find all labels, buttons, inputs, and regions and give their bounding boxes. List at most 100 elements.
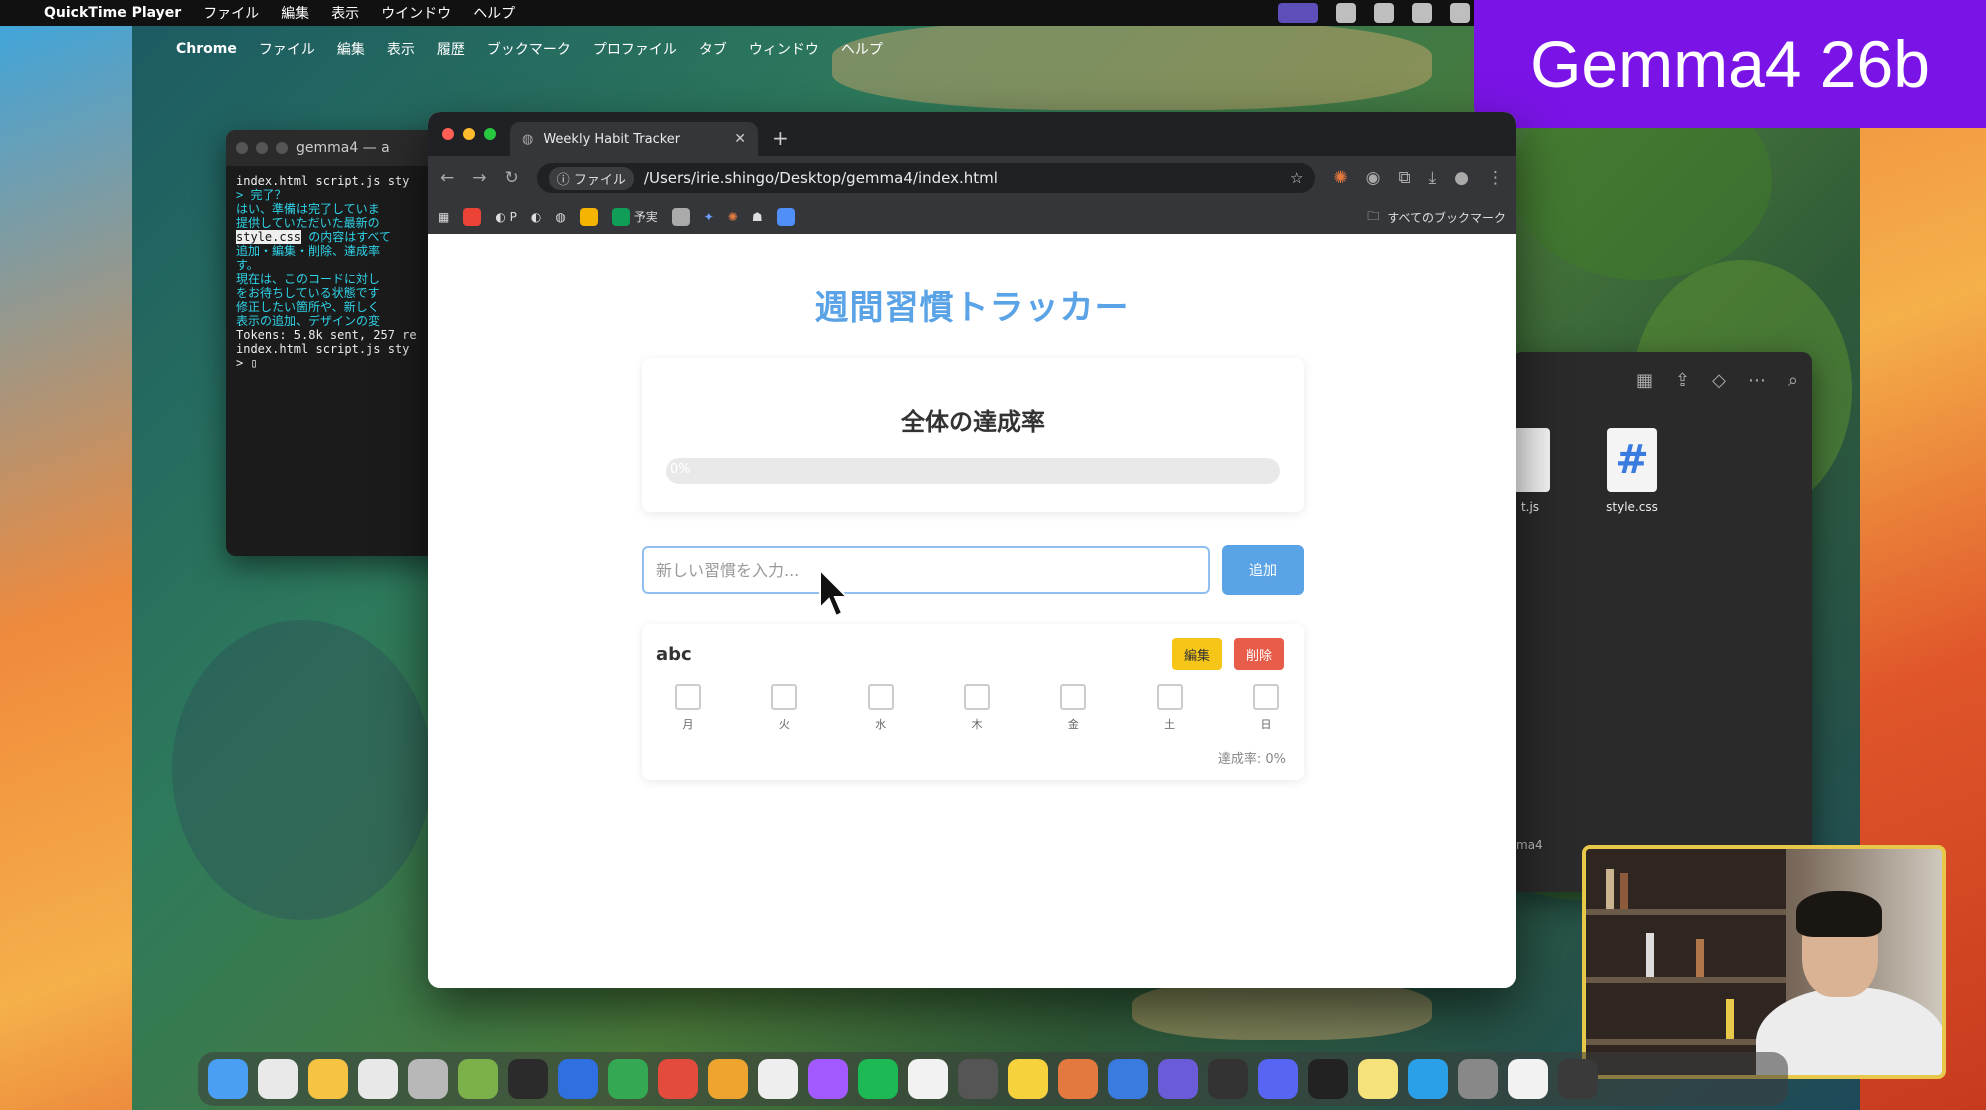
- github-icon[interactable]: ◐: [531, 210, 541, 224]
- close-icon[interactable]: [236, 142, 248, 154]
- sheets-bookmark[interactable]: 予実: [611, 208, 658, 227]
- edit-habit-button[interactable]: 編集: [1172, 638, 1222, 670]
- dock-app-icon[interactable]: [1508, 1059, 1548, 1099]
- calendar-bookmark-icon[interactable]: [776, 208, 795, 226]
- file-script-js[interactable]: t.js: [1512, 428, 1570, 514]
- menu-edit[interactable]: 編集: [281, 3, 309, 23]
- dock-app-icon[interactable]: [1208, 1059, 1248, 1099]
- dock-app-icon[interactable]: [358, 1059, 398, 1099]
- tab-weekly-habit-tracker[interactable]: ◍ Weekly Habit Tracker ✕: [510, 122, 758, 156]
- menu-tab[interactable]: タブ: [699, 39, 727, 59]
- share-icon[interactable]: ⇪: [1675, 370, 1690, 391]
- new-habit-input[interactable]: [642, 546, 1210, 594]
- dock-app-icon[interactable]: [1258, 1059, 1298, 1099]
- minimize-window-button[interactable]: [463, 128, 475, 140]
- day-checkbox[interactable]: [771, 684, 798, 710]
- dock-app-icon[interactable]: [1058, 1059, 1098, 1099]
- reload-icon[interactable]: ↻: [505, 168, 519, 188]
- menu-history[interactable]: 履歴: [437, 39, 465, 59]
- day-checkbox[interactable]: [1060, 684, 1087, 710]
- file-style-css[interactable]: # style.css: [1582, 428, 1682, 514]
- zoom-icon[interactable]: [276, 142, 288, 154]
- screen-record-icon[interactable]: [1278, 3, 1318, 23]
- address-bar[interactable]: ⓘ ファイル /Users/irie.shingo/Desktop/gemma4…: [536, 163, 1316, 193]
- dock-app-icon[interactable]: [1408, 1059, 1448, 1099]
- search-icon[interactable]: ⌕: [1788, 370, 1798, 391]
- dock-app-icon[interactable]: [708, 1059, 748, 1099]
- skype-icon[interactable]: [1336, 3, 1356, 23]
- claude-bookmark-icon[interactable]: ✺: [728, 210, 738, 224]
- globe-bookmark-icon[interactable]: ◍: [555, 210, 565, 224]
- github-bookmark[interactable]: ◐ P: [495, 210, 517, 224]
- dock-app-icon[interactable]: [758, 1059, 798, 1099]
- menu-window[interactable]: ウィンドウ: [749, 39, 819, 59]
- dock-app-icon[interactable]: [908, 1059, 948, 1099]
- dock-app-icon[interactable]: [1558, 1059, 1598, 1099]
- menu-edit[interactable]: 編集: [337, 39, 365, 59]
- gemini-bookmark-icon[interactable]: ✦: [704, 210, 714, 224]
- chatgpt-icon[interactable]: [1412, 3, 1432, 23]
- terminal-output[interactable]: index.html script.js sty > 完了？ はい、準備は完了してい…: [226, 166, 446, 378]
- dock-app-icon[interactable]: [508, 1059, 548, 1099]
- menu-app-name[interactable]: Chrome: [176, 41, 237, 57]
- tab-close-icon[interactable]: ✕: [734, 131, 746, 147]
- gmail-bookmark-icon[interactable]: [463, 208, 482, 226]
- circle-bookmark-icon[interactable]: [671, 208, 690, 226]
- menu-bookmarks[interactable]: ブックマーク: [487, 39, 571, 59]
- zoom-window-button[interactable]: [484, 128, 496, 140]
- view-options-icon[interactable]: ▦: [1636, 370, 1653, 391]
- menu-file[interactable]: ファイル: [203, 3, 259, 23]
- day-checkbox[interactable]: [1252, 684, 1279, 710]
- extension-claude-icon[interactable]: ✺: [1333, 168, 1347, 188]
- download-icon[interactable]: ⤓: [1429, 168, 1437, 188]
- new-tab-button[interactable]: +: [772, 126, 789, 150]
- dock-app-icon[interactable]: [558, 1059, 598, 1099]
- dock-app-icon[interactable]: [608, 1059, 648, 1099]
- dock-app-icon[interactable]: [458, 1059, 498, 1099]
- day-checkbox[interactable]: [963, 684, 990, 710]
- extensions-puzzle-icon[interactable]: ⧉: [1399, 168, 1411, 188]
- tag-icon[interactable]: ◇: [1712, 370, 1726, 391]
- dock-app-icon[interactable]: [1158, 1059, 1198, 1099]
- back-icon[interactable]: ←: [440, 168, 454, 188]
- menu-help[interactable]: ヘルプ: [473, 3, 515, 23]
- dock-app-icon[interactable]: [308, 1059, 348, 1099]
- dock-app-icon[interactable]: [1458, 1059, 1498, 1099]
- dock-app-icon[interactable]: [1308, 1059, 1348, 1099]
- menu-profile[interactable]: プロファイル: [593, 39, 677, 59]
- all-bookmarks-button[interactable]: 🗀 すべてのブックマーク: [1367, 207, 1506, 228]
- dock-app-icon[interactable]: [408, 1059, 448, 1099]
- delete-habit-button[interactable]: 削除: [1234, 638, 1284, 670]
- forward-icon[interactable]: →: [472, 168, 486, 188]
- dock-app-icon[interactable]: [658, 1059, 698, 1099]
- extension-chat-icon[interactable]: ◉: [1366, 168, 1381, 188]
- menu-file[interactable]: ファイル: [259, 39, 315, 59]
- apps-grid-icon[interactable]: ▦: [438, 210, 449, 224]
- menu-view[interactable]: 表示: [387, 39, 415, 59]
- moon-icon[interactable]: [1374, 3, 1394, 23]
- ghost-bookmark-icon[interactable]: ☗: [752, 210, 763, 224]
- site-info-chip[interactable]: ⓘ ファイル: [548, 166, 634, 190]
- dock-app-icon[interactable]: [1008, 1059, 1048, 1099]
- dock-app-icon[interactable]: [1108, 1059, 1148, 1099]
- menu-view[interactable]: 表示: [331, 3, 359, 23]
- bookmark-star-icon[interactable]: ☆: [1290, 169, 1303, 187]
- menu-app-name[interactable]: QuickTime Player: [44, 5, 181, 21]
- day-checkbox[interactable]: [867, 684, 894, 710]
- dock-app-icon[interactable]: [1358, 1059, 1398, 1099]
- dock-app-icon[interactable]: [858, 1059, 898, 1099]
- more-icon[interactable]: ⋯: [1748, 370, 1766, 391]
- minimize-icon[interactable]: [256, 142, 268, 154]
- dock-app-icon[interactable]: [208, 1059, 248, 1099]
- dock-app-icon[interactable]: [958, 1059, 998, 1099]
- dock-app-icon[interactable]: [808, 1059, 848, 1099]
- day-checkbox[interactable]: [1156, 684, 1183, 710]
- close-window-button[interactable]: [442, 128, 454, 140]
- drive-icon[interactable]: [1450, 3, 1470, 23]
- dock-app-icon[interactable]: [258, 1059, 298, 1099]
- menu-window[interactable]: ウインドウ: [381, 3, 451, 23]
- slides-bookmark-icon[interactable]: [579, 208, 598, 226]
- menu-help[interactable]: ヘルプ: [841, 39, 883, 59]
- add-habit-button[interactable]: 追加: [1222, 545, 1304, 595]
- profile-avatar[interactable]: ●: [1454, 168, 1469, 188]
